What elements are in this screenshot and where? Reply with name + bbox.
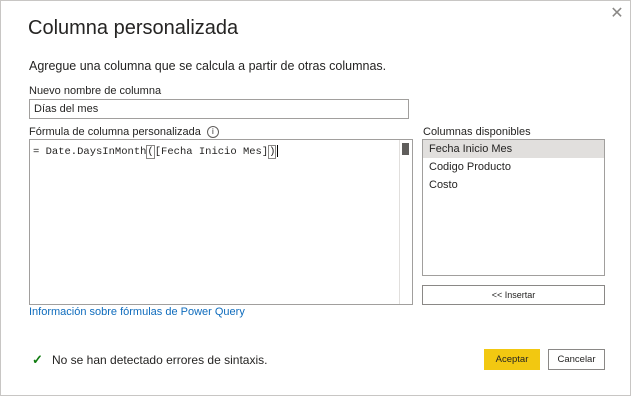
text-caret (277, 145, 279, 157)
power-query-help-link[interactable]: Información sobre fórmulas de Power Quer… (29, 306, 245, 318)
insert-button[interactable]: << Insertar (422, 285, 605, 305)
formula-code[interactable]: = Date.DaysInMonth([Fecha Inicio Mes]) (33, 144, 279, 159)
column-item-costo[interactable]: Costo (423, 176, 604, 194)
formula-paren-open: ( (146, 144, 155, 159)
available-columns-label: Columnas disponibles (423, 126, 531, 138)
column-name-input[interactable]: Días del mes (29, 99, 409, 119)
column-name-label: Nuevo nombre de columna (29, 85, 162, 97)
formula-paren-close: ) (268, 144, 277, 159)
available-columns-list[interactable]: Fecha Inicio Mes Codigo Producto Costo (422, 139, 605, 276)
column-item-codigo-producto[interactable]: Codigo Producto (423, 158, 604, 176)
formula-argument: [Fecha Inicio Mes] (154, 145, 269, 158)
editor-scrollbar[interactable] (399, 140, 412, 304)
scrollbar-thumb[interactable] (402, 143, 409, 155)
accept-button[interactable]: Aceptar (484, 349, 540, 370)
syntax-status-text: No se han detectado errores de sintaxis. (52, 353, 268, 367)
close-icon[interactable]: ✕ (607, 4, 627, 24)
formula-editor[interactable]: = Date.DaysInMonth([Fecha Inicio Mes]) (29, 139, 413, 305)
dialog-subtitle: Agregue una columna que se calcula a par… (29, 59, 387, 73)
custom-column-dialog: ✕ Columna personalizada Agregue una colu… (0, 0, 631, 396)
formula-prefix: = Date.DaysInMonth (33, 145, 147, 158)
cancel-button[interactable]: Cancelar (548, 349, 605, 370)
column-item-fecha-inicio-mes[interactable]: Fecha Inicio Mes (423, 140, 604, 158)
dialog-title: Columna personalizada (28, 17, 239, 39)
formula-label-row: Fórmula de columna personalizada i (29, 126, 219, 139)
checkmark-icon: ✓ (32, 352, 43, 367)
formula-label: Fórmula de columna personalizada (29, 126, 201, 138)
syntax-status: ✓ No se han detectado errores de sintaxis… (32, 352, 267, 368)
info-icon[interactable]: i (206, 126, 219, 139)
